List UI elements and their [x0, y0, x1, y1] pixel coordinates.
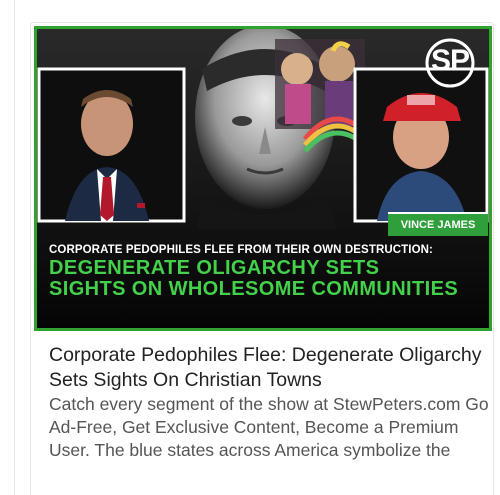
video-description: Catch every segment of the show at StewP…	[49, 394, 489, 460]
video-title[interactable]: Corporate Pedophiles Flee: Degenerate Ol…	[49, 343, 489, 393]
left-portrait	[37, 67, 186, 223]
left-divider	[14, 0, 15, 495]
thumbnail-headline-white: CORPORATE PEDOPHILES FLEE FROM THEIR OWN…	[49, 244, 433, 256]
right-portrait	[353, 67, 489, 223]
video-thumbnail[interactable]: SP VINCE JAMES CORPORATE PEDOPHILES FLEE…	[34, 26, 492, 331]
thumbnail-headline-line2: DEGENERATE OLIGARCHY SETS	[49, 257, 380, 279]
sp-logo: SP	[419, 37, 481, 89]
logo-text: SP	[430, 44, 470, 77]
video-card[interactable]: SP VINCE JAMES CORPORATE PEDOPHILES FLEE…	[30, 22, 494, 495]
thumbnail-headline-line3: SIGHTS ON WHOLESOME COMMUNITIES	[49, 278, 459, 300]
thumbnail-headline-green: DEGENERATE OLIGARCHY SETS SIGHTS ON WHOL…	[49, 258, 485, 300]
guest-name-tag: VINCE JAMES	[388, 212, 488, 236]
page: SP VINCE JAMES CORPORATE PEDOPHILES FLEE…	[0, 0, 500, 495]
